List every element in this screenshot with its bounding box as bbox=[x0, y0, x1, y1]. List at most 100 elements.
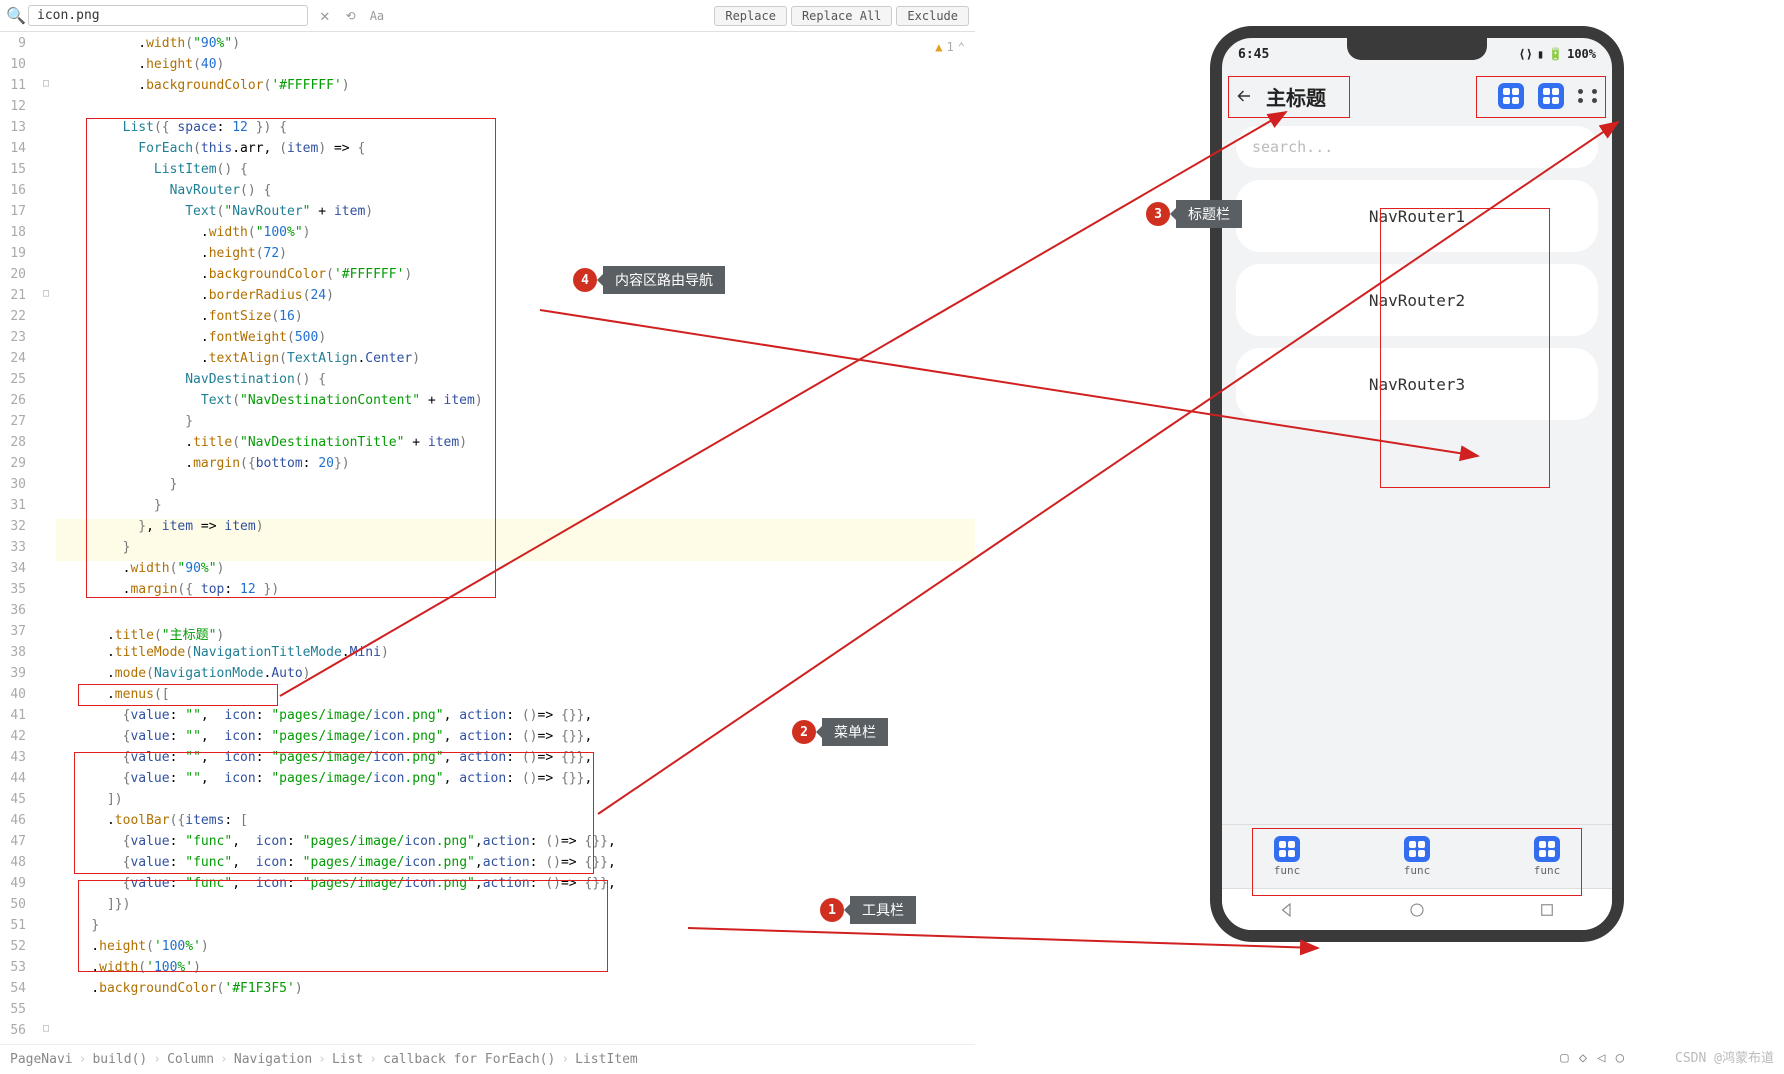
toolbar-grid-icon bbox=[1274, 836, 1300, 862]
code-line: } bbox=[56, 540, 975, 561]
back-button[interactable] bbox=[1232, 84, 1256, 108]
breadcrumb-item[interactable]: ListItem bbox=[575, 1052, 638, 1067]
code-line: .width("90%") bbox=[56, 36, 975, 57]
callout-1: 1 工具栏 bbox=[820, 896, 916, 924]
diamond-icon[interactable]: ◇ bbox=[1579, 1050, 1587, 1066]
code-line: .height('100%') bbox=[56, 939, 975, 960]
code-line bbox=[56, 99, 975, 120]
code-line: {value: "func", icon: "pages/image/icon.… bbox=[56, 876, 975, 897]
nav-home-button[interactable] bbox=[1406, 899, 1428, 921]
nav-router-item[interactable]: NavRouter3 bbox=[1236, 348, 1598, 420]
code-line: } bbox=[56, 414, 975, 435]
code-line: }, item => item) bbox=[56, 519, 975, 540]
code-line: .borderRadius(24) bbox=[56, 288, 975, 309]
breadcrumb: PageNavi› build()› Column› Navigation› L… bbox=[0, 1044, 975, 1074]
replace-all-button[interactable]: Replace All bbox=[791, 6, 892, 26]
callout-label: 工具栏 bbox=[850, 896, 916, 924]
code-line: .backgroundColor('#F1F3F5') bbox=[56, 981, 975, 1002]
nav-router-item[interactable]: NavRouter1 bbox=[1236, 180, 1598, 252]
code-line: ]) bbox=[56, 792, 975, 813]
code-line: .width('100%') bbox=[56, 960, 975, 981]
code-line: Text("NavRouter" + item) bbox=[56, 204, 975, 225]
code-line: .title("NavDestinationTitle" + item) bbox=[56, 435, 975, 456]
callout-badge: 2 bbox=[792, 720, 816, 744]
search-aa-icon[interactable]: Aa bbox=[366, 9, 388, 23]
menu-grid-icon[interactable] bbox=[1498, 83, 1524, 109]
menu-bar bbox=[1498, 83, 1602, 109]
signal-icon: ▮ bbox=[1537, 47, 1544, 61]
breadcrumb-item[interactable]: PageNavi bbox=[10, 1052, 73, 1067]
code-line: ListItem() { bbox=[56, 162, 975, 183]
callout-badge: 4 bbox=[573, 268, 597, 292]
code-line: .titleMode(NavigationTitleMode.Mini) bbox=[56, 645, 975, 666]
breadcrumb-item[interactable]: Navigation bbox=[234, 1052, 312, 1067]
code-line: NavDestination() { bbox=[56, 372, 975, 393]
toolbar-grid-icon bbox=[1534, 836, 1560, 862]
breadcrumb-item[interactable]: build() bbox=[92, 1052, 147, 1067]
replace-button[interactable]: Replace bbox=[714, 6, 787, 26]
callout-2: 2 菜单栏 bbox=[792, 718, 888, 746]
callout-badge: 1 bbox=[820, 898, 844, 922]
code-line bbox=[56, 603, 975, 624]
breadcrumb-item[interactable]: callback for ForEach() bbox=[383, 1052, 555, 1067]
search-prev-icon[interactable]: ⟲ bbox=[342, 9, 360, 23]
ide-corner-icons: ▢ ◇ ◁ ○ bbox=[1560, 1050, 1624, 1066]
code-line: NavRouter() { bbox=[56, 183, 975, 204]
breadcrumb-item[interactable]: List bbox=[332, 1052, 363, 1067]
more-dots-icon[interactable] bbox=[1578, 89, 1602, 103]
code-line: } bbox=[56, 498, 975, 519]
nav-back-button[interactable] bbox=[1276, 899, 1298, 921]
code-line: {value: "func", icon: "pages/image/icon.… bbox=[56, 855, 975, 876]
exclude-button[interactable]: Exclude bbox=[896, 6, 969, 26]
toolbar-item[interactable]: func bbox=[1534, 836, 1561, 877]
square-icon[interactable]: ▢ bbox=[1560, 1050, 1568, 1066]
breadcrumb-item[interactable]: Column bbox=[167, 1052, 214, 1067]
code-line: .backgroundColor('#FFFFFF') bbox=[56, 78, 975, 99]
nav-recent-button[interactable] bbox=[1536, 899, 1558, 921]
callout-badge: 3 bbox=[1146, 202, 1170, 226]
search-icon: 🔍 bbox=[6, 6, 22, 25]
callout-label: 菜单栏 bbox=[822, 718, 888, 746]
toolbar-item[interactable]: func bbox=[1274, 836, 1301, 877]
battery-text: 100% bbox=[1567, 47, 1596, 61]
code-line: .title("主标题") bbox=[56, 624, 975, 645]
code-line: .menus([ bbox=[56, 687, 975, 708]
menu-grid-icon[interactable] bbox=[1538, 83, 1564, 109]
left-icon[interactable]: ◁ bbox=[1597, 1050, 1605, 1066]
phone-toolbar: func func func bbox=[1222, 824, 1612, 888]
fold-column: □□□ bbox=[36, 32, 56, 1044]
phone-preview: 6:45 ⟨⟩ ▮ 🔋 100% 主标题 search... NavRouter… bbox=[1210, 26, 1624, 942]
page-title: 主标题 bbox=[1266, 82, 1326, 111]
search-box[interactable]: search... bbox=[1236, 126, 1598, 168]
toolbar-label: func bbox=[1274, 864, 1301, 877]
code-line: ForEach(this.arr, (item) => { bbox=[56, 141, 975, 162]
code-content: .width("90%") .height(40) .backgroundCol… bbox=[56, 32, 975, 1044]
search-bar: 🔍 ✕ ⟲ Aa Replace Replace All Exclude bbox=[0, 0, 975, 32]
search-placeholder: search... bbox=[1252, 138, 1333, 156]
code-line: .margin({ top: 12 }) bbox=[56, 582, 975, 603]
search-input[interactable] bbox=[28, 5, 308, 26]
code-line: List({ space: 12 }) { bbox=[56, 120, 975, 141]
callout-label: 标题栏 bbox=[1176, 200, 1242, 228]
watermark: CSDN @鸿蒙布道 bbox=[1675, 1047, 1774, 1066]
code-line: .fontWeight(500) bbox=[56, 330, 975, 351]
status-time: 6:45 bbox=[1238, 47, 1269, 62]
callout-3: 3 标题栏 bbox=[1146, 200, 1242, 228]
nav-router-item[interactable]: NavRouter2 bbox=[1236, 264, 1598, 336]
toolbar-grid-icon bbox=[1404, 836, 1430, 862]
code-line: {value: "", icon: "pages/image/icon.png"… bbox=[56, 750, 975, 771]
code-line: .mode(NavigationMode.Auto) bbox=[56, 666, 975, 687]
line-gutter: 9101112131415161718192021222324252627282… bbox=[0, 32, 36, 1044]
search-close-icon[interactable]: ✕ bbox=[314, 6, 336, 25]
code-line: .backgroundColor('#FFFFFF') bbox=[56, 267, 975, 288]
code-editor[interactable]: 9101112131415161718192021222324252627282… bbox=[0, 32, 975, 1044]
wifi-icon: ⟨⟩ bbox=[1518, 47, 1532, 61]
code-line: {value: "", icon: "pages/image/icon.png"… bbox=[56, 771, 975, 792]
code-line: Text("NavDestinationContent" + item) bbox=[56, 393, 975, 414]
code-line: .width("90%") bbox=[56, 561, 975, 582]
toolbar-item[interactable]: func bbox=[1404, 836, 1431, 877]
back-arrow-icon bbox=[1235, 87, 1253, 105]
callout-label: 内容区路由导航 bbox=[603, 266, 725, 294]
code-line: .textAlign(TextAlign.Center) bbox=[56, 351, 975, 372]
circle-icon[interactable]: ○ bbox=[1616, 1050, 1624, 1066]
